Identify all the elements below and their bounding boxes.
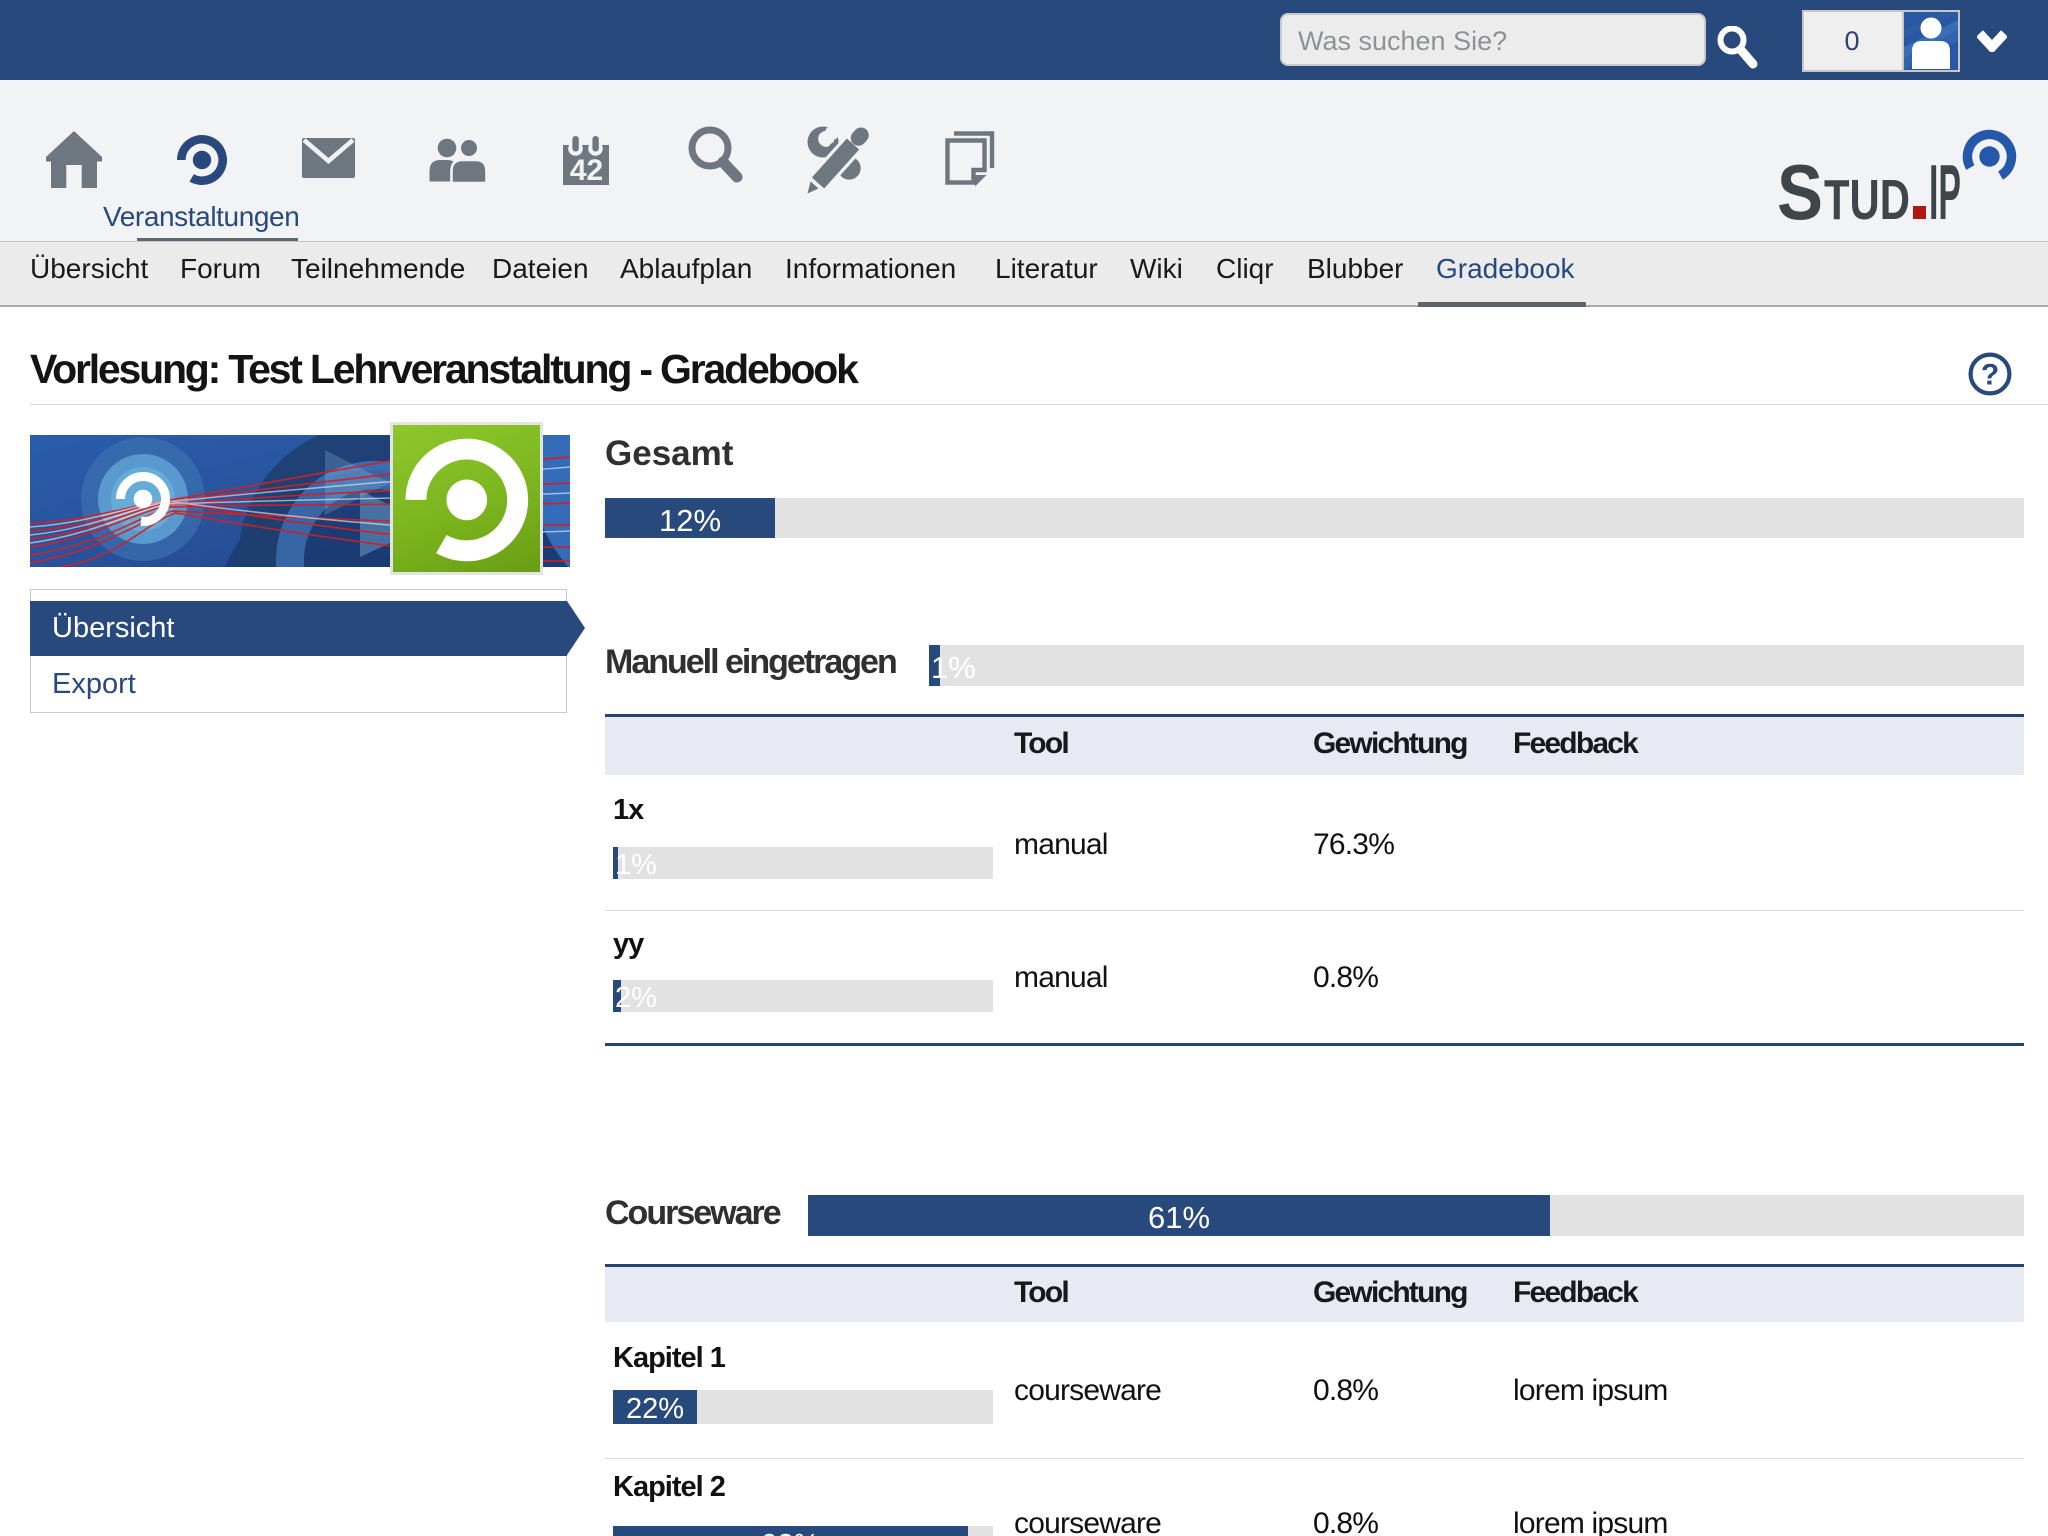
svg-text:42: 42	[570, 154, 603, 187]
svg-text:S: S	[1777, 148, 1823, 230]
svg-text:?: ?	[1981, 359, 1999, 392]
svg-text:IP: IP	[1929, 148, 1961, 230]
svg-text:TUD: TUD	[1824, 168, 1910, 230]
